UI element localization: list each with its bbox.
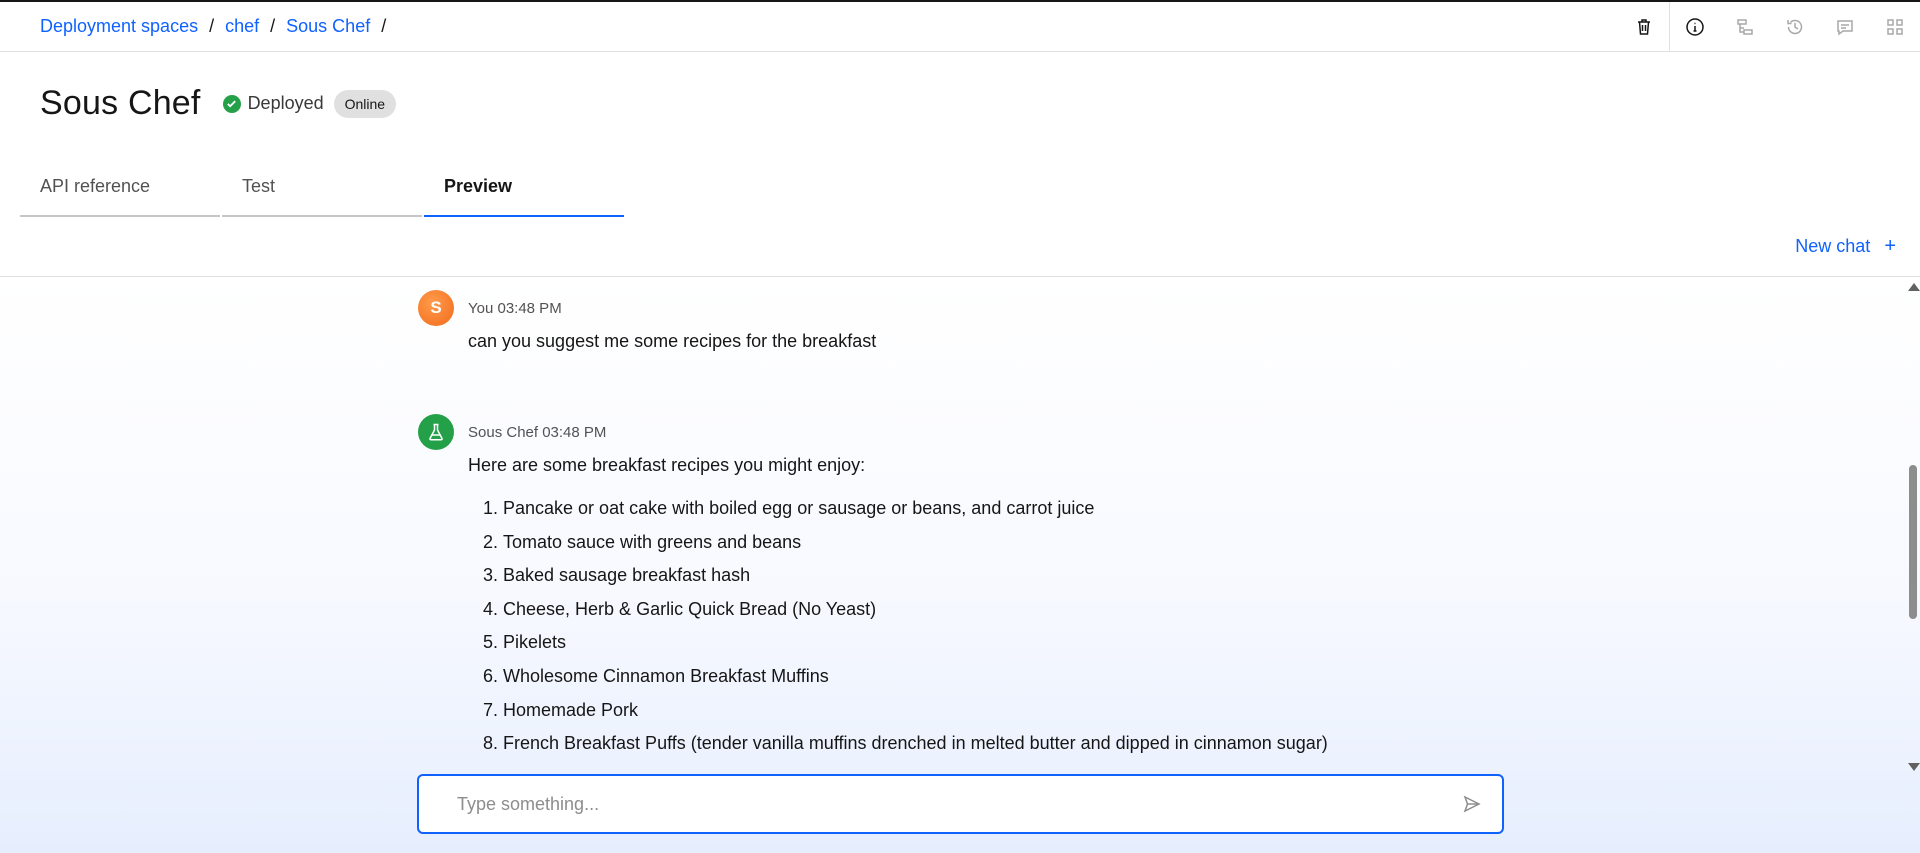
message-meta: You 03:48 PM [468,300,562,317]
history-button[interactable] [1770,2,1820,52]
tree-icon [1737,19,1753,35]
apps-button[interactable] [1870,2,1920,52]
new-chat-label: New chat [1795,236,1871,256]
scroll-thumb[interactable] [1909,465,1917,619]
breadcrumb-separator: / [381,16,387,36]
avatar [418,414,454,450]
grid-icon [1887,19,1903,35]
flask-icon [429,423,443,441]
status-badge: Online [333,89,397,118]
info-icon [1686,18,1704,36]
breadcrumb-separator: / [209,16,215,36]
list-item: 6. Wholesome Cinnamon Breakfast Muffins [482,665,829,686]
chat-input[interactable] [457,793,1417,815]
comments-button[interactable] [1820,2,1870,52]
status-label: Deployed [247,93,324,113]
breadcrumb-deployment-spaces[interactable]: Deployment spaces [40,16,198,37]
list-item: 2. Tomato sauce with greens and beans [482,531,802,552]
send-icon[interactable] [1462,794,1482,814]
deployment-status: Deployed [222,93,324,114]
breadcrumb: Deployment spaces / chef / Sous Chef / [40,16,397,37]
message-meta: Sous Chef 03:48 PM [468,424,607,441]
page-title: Sous Chef [40,84,201,122]
new-chat-button[interactable]: New chat + [1795,235,1896,258]
message-text: can you suggest me some recipes for the … [468,331,877,351]
list-item: 8. French Breakfast Puffs (tender vanilla… [482,733,1328,754]
breadcrumb-chef[interactable]: chef [225,16,259,37]
delete-button[interactable] [1619,2,1669,52]
chat-composer [417,774,1504,834]
page-header: Deployment spaces / chef / Sous Chef / [0,2,1920,52]
chat-scrollbar[interactable] [1905,277,1920,773]
tab-test[interactable]: Test [222,176,422,217]
header-toolbar [1619,2,1920,52]
info-button[interactable] [1670,2,1720,52]
list-item: 5. Pikelets [482,632,567,653]
message-text: Here are some breakfast recipes you migh… [468,455,866,475]
comment-icon [1837,20,1853,36]
breadcrumb-separator: / [270,16,276,36]
scroll-up-arrow-icon[interactable] [1908,283,1920,291]
tab-preview[interactable]: Preview [424,176,624,217]
tab-api-reference[interactable]: API reference [20,176,220,217]
recipe-list: 1. Pancake or oat cake with boiled egg or… [468,497,1328,766]
tab-bar: API reference Test Preview [20,176,626,217]
breadcrumb-sous-chef[interactable]: Sous Chef [286,16,370,37]
list-item: 1. Pancake or oat cake with boiled egg or… [482,498,1095,518]
list-item: 3. Baked sausage breakfast hash [482,565,751,586]
trash-icon [1638,19,1650,35]
title-row: Sous Chef Deployed Online [40,84,397,123]
list-item: 7. Homemade Pork [482,699,639,720]
avatar: S [418,290,454,326]
list-item: 4. Cheese, Herb & Garlic Quick Bread (No … [482,598,877,619]
structure-button[interactable] [1720,2,1770,52]
chat-panel: S You 03:48 PM can you suggest me some r… [0,277,1920,853]
plus-icon: + [1884,235,1896,257]
history-icon [1787,19,1803,35]
checkmark-icon [222,94,241,113]
scroll-down-arrow-icon[interactable] [1908,763,1920,771]
